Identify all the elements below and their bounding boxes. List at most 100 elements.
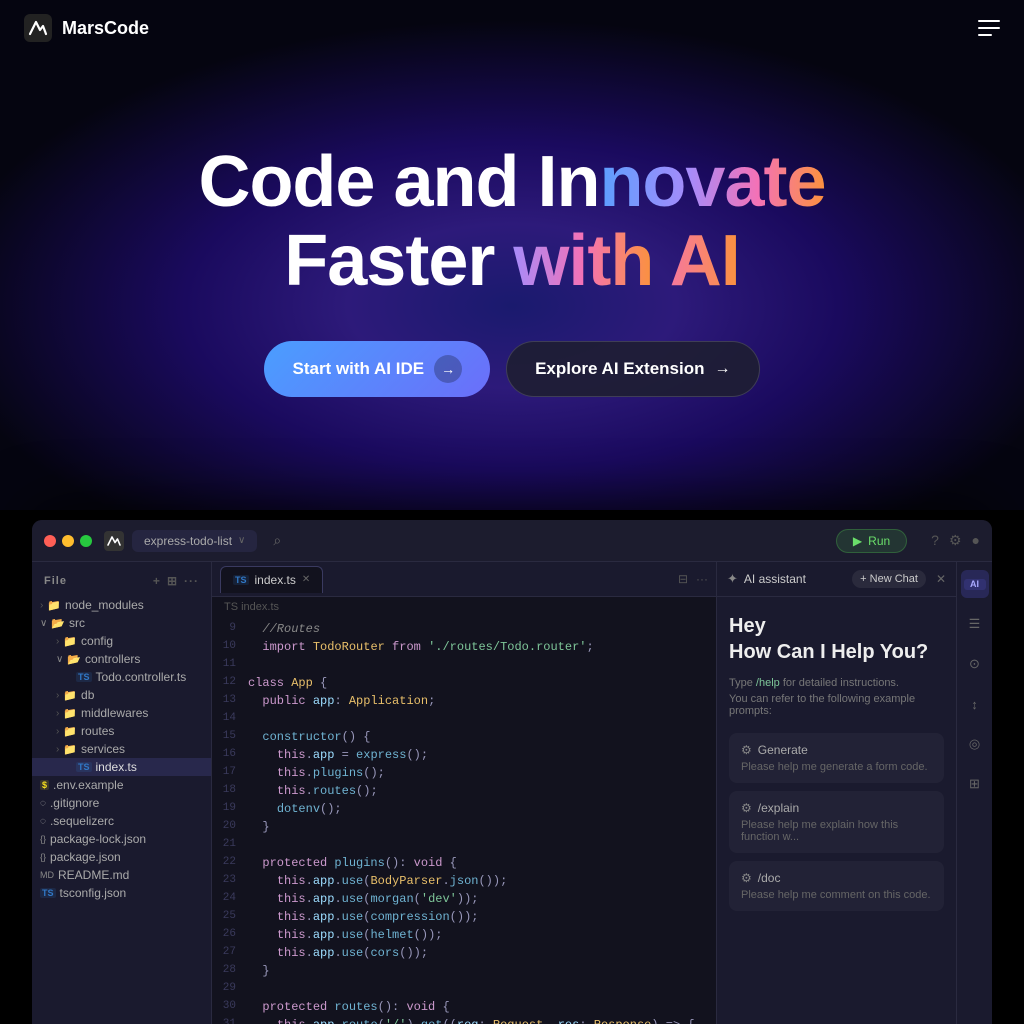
extensions-icon: ⊞ [969, 776, 980, 792]
code-content[interactable]: 9 //Routes 10 import TodoRouter from './… [212, 617, 716, 1024]
tree-item-package-json[interactable]: {} package.json [32, 848, 211, 866]
project-tab[interactable]: express-todo-list ∨ [132, 530, 257, 552]
tree-item-env[interactable]: $ .env.example [32, 776, 211, 794]
dot-icon: ◌ [40, 816, 46, 827]
more-icon[interactable]: ··· [696, 572, 708, 586]
minimize-dot[interactable] [62, 535, 74, 547]
toolbar-menu-button[interactable]: ☰ [961, 610, 989, 638]
tree-label: .sequelizerc [50, 814, 114, 828]
tree-item-services[interactable]: › 📁 services [32, 740, 211, 758]
toolbar-git-button[interactable]: ↕ [961, 690, 989, 718]
tree-item-config[interactable]: › 📁 config [32, 632, 211, 650]
logo[interactable]: MarsCode [24, 14, 149, 42]
tree-item-src[interactable]: ∨ 📂 src [32, 614, 211, 632]
split-icon[interactable]: ⊟ [678, 572, 688, 586]
folder-icon: 📁 [63, 725, 77, 738]
navbar: MarsCode [0, 0, 1024, 56]
ai-body: Hey How Can I Help You? Type /help for d… [717, 597, 956, 1024]
tree-item-todo-controller[interactable]: TS Todo.controller.ts [32, 668, 211, 686]
suggestion-title: /doc [758, 871, 781, 885]
close-dot[interactable] [44, 535, 56, 547]
tree-item-tsconfig[interactable]: TS tsconfig.json [32, 884, 211, 902]
project-tab-label: express-todo-list [144, 534, 232, 548]
code-line: 13 public app: Application; [212, 693, 716, 711]
git-icon: ↕ [971, 697, 978, 712]
code-line: 25 this.app.use(compression()); [212, 909, 716, 927]
question-icon[interactable]: ? [931, 532, 939, 549]
code-line: 15 constructor() { [212, 729, 716, 747]
tree-item-controllers[interactable]: ∨ 📂 controllers [32, 650, 211, 668]
editor-breadcrumb: TS index.ts [212, 597, 716, 617]
new-file-icon[interactable]: + [153, 574, 161, 588]
chevron-right-icon: › [56, 744, 59, 755]
tree-item-routes[interactable]: › 📁 routes [32, 722, 211, 740]
search-icon[interactable]: ⌕ [273, 532, 281, 549]
code-line: 27 this.app.use(cors()); [212, 945, 716, 963]
new-folder-icon[interactable]: ⊞ [167, 574, 178, 588]
tree-item-middlewares[interactable]: › 📁 middlewares [32, 704, 211, 722]
ai-suggestion-generate[interactable]: ⚙ Generate Please help me generate a for… [729, 733, 944, 783]
settings-icon[interactable]: ⚙ [949, 532, 962, 549]
hero-with: with [513, 221, 653, 301]
tree-item-index-ts[interactable]: TS index.ts [32, 758, 211, 776]
folder-icon: 📁 [47, 599, 61, 612]
avatar-icon[interactable]: ● [972, 532, 980, 549]
hero-line1: Code and Innovate [198, 143, 825, 222]
code-line: 21 [212, 837, 716, 855]
hero-title: Code and Innovate Faster with AI [198, 143, 825, 301]
ide-window-controls: ? ⚙ ● [931, 532, 980, 549]
sidebar-controls: + ⊞ ··· [153, 574, 199, 588]
code-line: 9 //Routes [212, 621, 716, 639]
toolbar-ai-button[interactable]: AI [961, 570, 989, 598]
close-tab-icon[interactable]: ✕ [302, 574, 310, 585]
toolbar-search-button[interactable]: ⊙ [961, 650, 989, 678]
toolbar-debug-button[interactable]: ◎ [961, 730, 989, 758]
new-chat-label: + New Chat [860, 573, 918, 585]
tree-item-db[interactable]: › 📁 db [32, 686, 211, 704]
help-keyword: /help [756, 677, 780, 689]
close-ai-panel-button[interactable]: ✕ [936, 572, 946, 586]
tree-item-package-lock[interactable]: {} package-lock.json [32, 830, 211, 848]
code-line: 17 this.plugins(); [212, 765, 716, 783]
start-ai-ide-button[interactable]: Start with AI IDE → [264, 341, 490, 397]
more-icon[interactable]: ··· [184, 574, 199, 588]
ai-suggestion-doc[interactable]: ⚙ /doc Please help me comment on this co… [729, 861, 944, 911]
editor-tab-label: index.ts [255, 573, 296, 587]
greeting-line1: Hey [729, 613, 944, 639]
ts-badge: TS [40, 888, 56, 898]
code-line: 23 this.app.use(BodyParser.json()); [212, 873, 716, 891]
tree-item-node-modules[interactable]: › 📁 node_modules [32, 596, 211, 614]
debug-icon: ◎ [969, 736, 980, 752]
chevron-right-icon: › [56, 690, 59, 701]
code-line: 24 this.app.use(morgan('dev')); [212, 891, 716, 909]
code-line: 30 protected routes(): void { [212, 999, 716, 1017]
window-controls [44, 535, 92, 547]
arrow-icon: → [434, 355, 462, 383]
run-button[interactable]: ▶ Run [836, 529, 907, 553]
menu-button[interactable] [978, 20, 1000, 36]
tree-item-sequelizerc[interactable]: ◌ .sequelizerc [32, 812, 211, 830]
folder-open-icon: 📂 [51, 617, 65, 630]
tree-item-readme[interactable]: MD README.md [32, 866, 211, 884]
maximize-dot[interactable] [80, 535, 92, 547]
explore-extension-button[interactable]: Explore AI Extension → [506, 341, 759, 397]
chevron-down-icon: ∨ [40, 618, 47, 629]
ide-body: File + ⊞ ··· › 📁 node_modules ∨ 📂 src [32, 562, 992, 1024]
toolbar-extensions-button[interactable]: ⊞ [961, 770, 989, 798]
code-line: 20 } [212, 819, 716, 837]
new-chat-button[interactable]: + New Chat [852, 570, 926, 588]
ide-titlebar: express-todo-list ∨ ⌕ ▶ Run ? ⚙ ● [32, 520, 992, 562]
ai-suggestion-explain[interactable]: ⚙ /explain Please help me explain how th… [729, 791, 944, 853]
editor-tab-index-ts[interactable]: TS index.ts ✕ [220, 566, 323, 593]
code-line: 29 [212, 981, 716, 999]
chevron-right-icon: › [56, 708, 59, 719]
dot-icon: ◌ [40, 798, 46, 809]
code-line: 11 [212, 657, 716, 675]
ai-hint2: You can refer to the following example p… [729, 693, 944, 717]
chevron-right-icon: › [56, 726, 59, 737]
run-label: Run [868, 534, 890, 548]
tree-item-gitignore[interactable]: ◌ .gitignore [32, 794, 211, 812]
suggestion-desc: Please help me comment on this code. [741, 889, 932, 901]
code-line: 12 class App { [212, 675, 716, 693]
tree-label: package.json [50, 850, 121, 864]
